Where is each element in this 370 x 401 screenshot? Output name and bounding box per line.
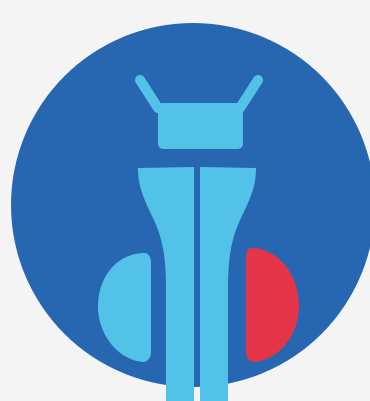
illustration-stage	[0, 0, 370, 401]
robot-head	[158, 103, 243, 149]
robot-bug-illustration	[0, 0, 370, 401]
